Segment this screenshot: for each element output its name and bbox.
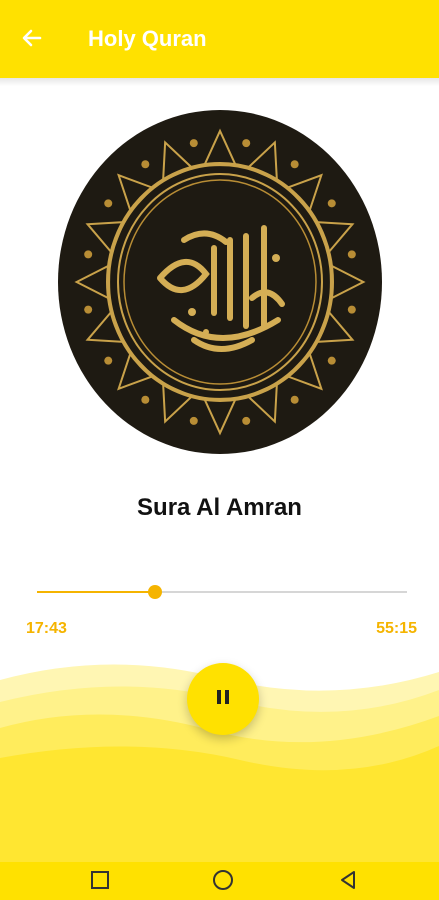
- ornament-dot: [242, 416, 251, 425]
- page-title: Holy Quran: [88, 26, 207, 51]
- ornament-dot: [242, 139, 251, 148]
- circle-home-icon: [212, 869, 234, 896]
- seek-thumb[interactable]: [148, 585, 163, 599]
- seek-bar[interactable]: [37, 585, 407, 599]
- triangle-back-icon: [338, 870, 358, 895]
- pause-icon: [214, 688, 232, 711]
- pause-button[interactable]: [187, 663, 259, 735]
- track-title: Sura Al Amran: [137, 494, 302, 521]
- album-art: [56, 108, 384, 456]
- app-bar: Holy Quran: [0, 0, 439, 78]
- home-button[interactable]: [209, 869, 237, 896]
- ornament-dot: [347, 250, 356, 259]
- ornament-dot: [141, 395, 150, 404]
- ornament-dot: [290, 395, 299, 404]
- ornament-dot: [189, 416, 198, 425]
- ornament-dot: [104, 199, 113, 208]
- arrow-left-icon: [20, 26, 44, 55]
- recents-button[interactable]: [86, 870, 114, 894]
- ornament-dot: [141, 160, 150, 169]
- ornament-dot: [84, 250, 93, 259]
- ornament-dot: [189, 139, 198, 148]
- ornament-dot: [290, 160, 299, 169]
- total-time: 55:15: [376, 620, 417, 637]
- ornament-dot: [84, 305, 93, 314]
- seek-progress: [37, 591, 156, 593]
- back-button[interactable]: [14, 24, 50, 56]
- ornament-dot: [104, 356, 113, 365]
- elapsed-time: 17:43: [26, 620, 67, 637]
- app-bar-shadow: [0, 78, 439, 86]
- system-nav-bar: [0, 862, 439, 900]
- square-recents-icon: [90, 870, 110, 895]
- ornament-dot: [327, 199, 336, 208]
- ornament-dot: [327, 356, 336, 365]
- ornament-dot: [347, 305, 356, 314]
- nav-back-button[interactable]: [334, 870, 362, 894]
